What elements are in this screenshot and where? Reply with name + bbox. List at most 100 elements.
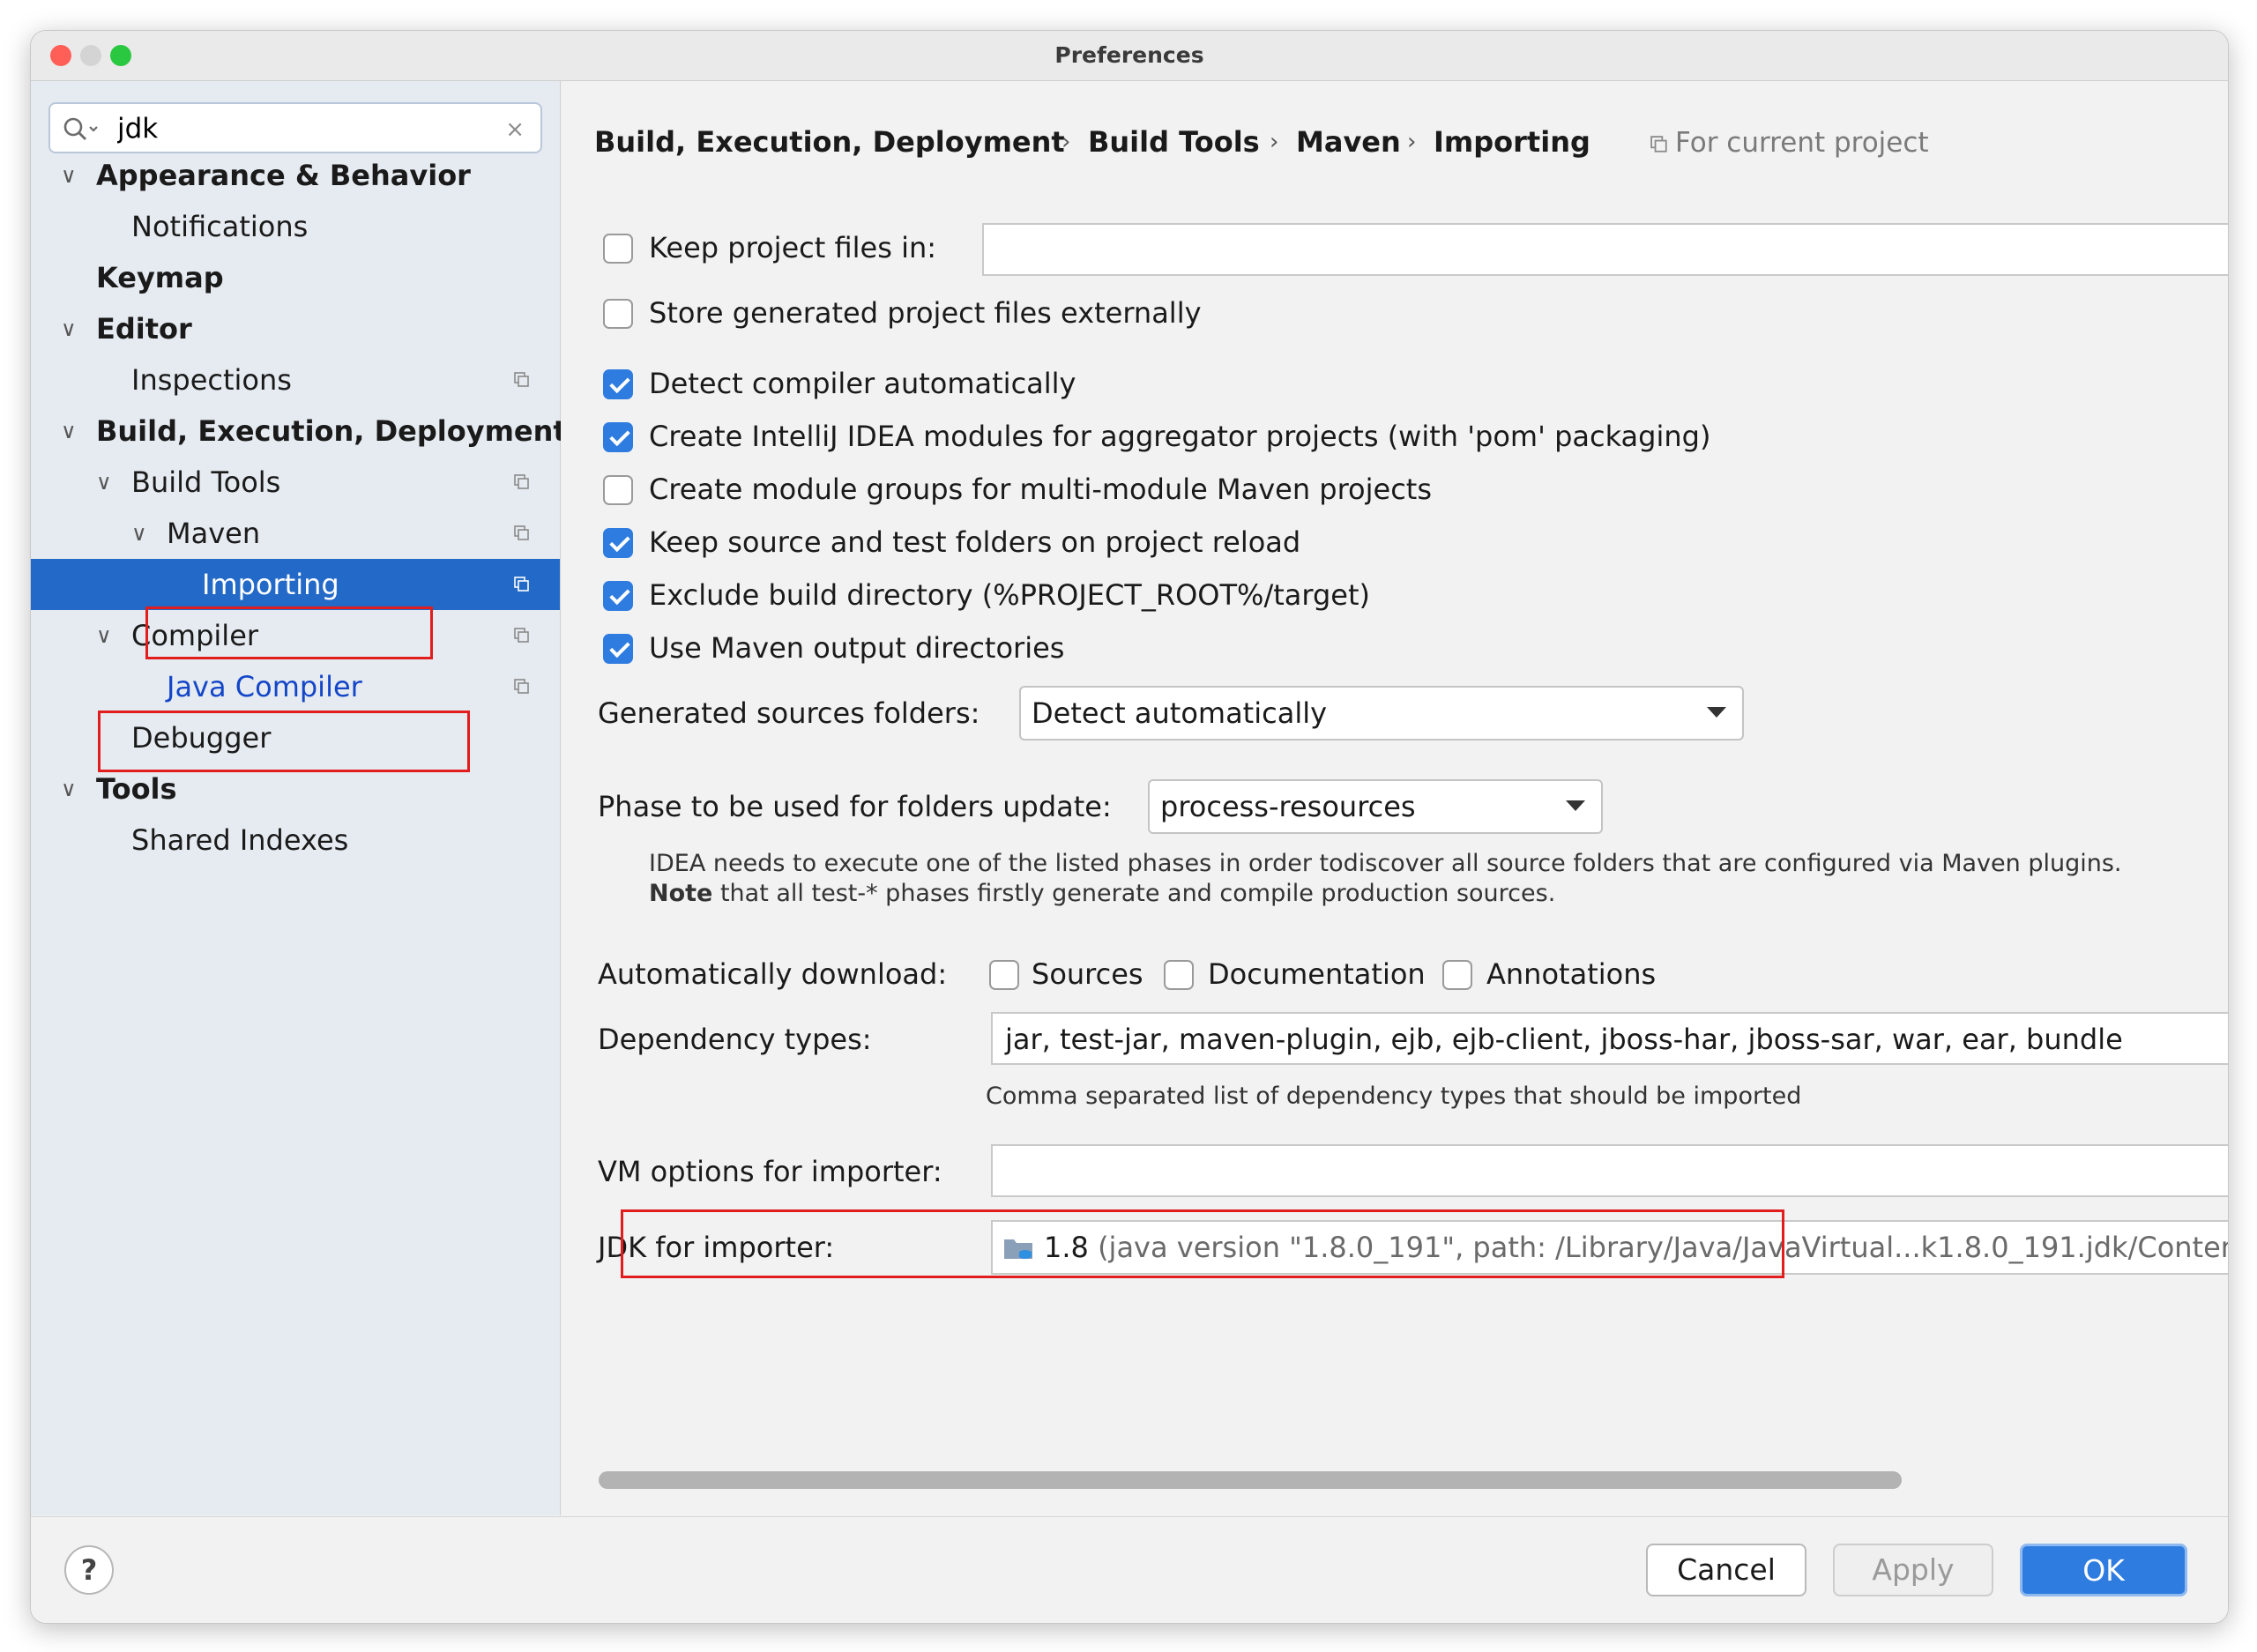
store-externally-label: Store generated project files externally — [649, 296, 1202, 330]
tree-item-label: Build, Execution, Deployment — [96, 414, 567, 448]
phase-hint-line1: IDEA needs to execute one of the listed … — [649, 850, 2122, 877]
detect-compiler-label: Detect compiler automatically — [649, 367, 1076, 400]
tree-item-label: Maven — [167, 517, 261, 550]
phase-dropdown[interactable]: process-resources — [1148, 779, 1603, 834]
create-module-groups-checkbox[interactable] — [603, 475, 633, 505]
chevron-down-icon[interactable]: ∨ — [61, 150, 77, 201]
help-button[interactable]: ? — [64, 1545, 114, 1595]
chevron-down-icon[interactable]: ∨ — [61, 763, 77, 815]
breadcrumb-separator: › — [1270, 129, 1279, 155]
project-scope-icon — [514, 628, 529, 643]
dropdown-value: Detect automatically — [1032, 696, 1328, 730]
horizontal-scrollbar[interactable] — [599, 1471, 1902, 1489]
tree-item-label: Appearance & Behavior — [96, 159, 471, 192]
chevron-down-icon[interactable]: ∨ — [61, 303, 77, 354]
exclude-build-dir-label: Exclude build directory (%PROJECT_ROOT%/… — [649, 578, 1370, 612]
project-files-path-input[interactable] — [982, 223, 2228, 276]
store-externally-checkbox[interactable] — [603, 299, 633, 329]
auto-download-label: Automatically download: — [598, 957, 948, 991]
breadcrumb-item[interactable]: Maven — [1296, 125, 1401, 159]
tree-item-label: Editor — [96, 312, 192, 346]
tree-item-appearance-behavior[interactable]: ∨ Appearance & Behavior — [31, 150, 560, 201]
ok-button[interactable]: OK — [2020, 1544, 2187, 1596]
project-scope-icon — [514, 525, 529, 540]
tree-item-importing[interactable]: Importing — [31, 559, 560, 610]
tree-item-maven[interactable]: ∨ Maven — [31, 508, 560, 559]
project-scope-icon — [514, 474, 529, 489]
phase-hint-line2: Note that all test-* phases firstly gene… — [649, 880, 1555, 907]
tree-item-label: Java Compiler — [167, 670, 362, 703]
create-modules-checkbox[interactable] — [603, 422, 633, 452]
download-documentation-label: Documentation — [1208, 957, 1426, 991]
tree-item-build-tools[interactable]: ∨ Build Tools — [31, 457, 560, 508]
search-input[interactable] — [115, 111, 472, 146]
breadcrumb-item[interactable]: Build Tools — [1088, 125, 1260, 159]
generated-sources-dropdown[interactable]: Detect automatically — [1019, 686, 1744, 740]
clear-search-icon[interactable]: × — [505, 116, 525, 143]
tree-item-shared-indexes[interactable]: Shared Indexes — [31, 815, 560, 866]
apply-button[interactable]: Apply — [1833, 1544, 1993, 1596]
tree-item-build-execution-deployment[interactable]: ∨ Build, Execution, Deployment — [31, 406, 567, 457]
annotation-box-importing — [145, 606, 433, 659]
keep-source-folders-checkbox[interactable] — [603, 528, 633, 558]
exclude-build-dir-checkbox[interactable] — [603, 581, 633, 611]
breadcrumb-item: Importing — [1434, 125, 1590, 159]
tree-item-label: Notifications — [131, 210, 309, 243]
tree-item-notifications[interactable]: Notifications — [31, 201, 560, 252]
dependency-types-hint: Comma separated list of dependency types… — [986, 1083, 1802, 1110]
settings-sidebar: × ∨ Appearance & Behavior Notifications … — [31, 81, 567, 1515]
vm-options-input[interactable] — [991, 1144, 2228, 1197]
cancel-button[interactable]: Cancel — [1646, 1544, 1806, 1596]
search-field[interactable]: × — [48, 102, 542, 153]
create-modules-label: Create IntelliJ IDEA modules for aggrega… — [649, 420, 1711, 453]
download-annotations-checkbox[interactable] — [1442, 960, 1472, 990]
download-documentation-checkbox[interactable] — [1164, 960, 1194, 990]
dependency-types-value: jar, test-jar, maven-plugin, ejb, ejb-cl… — [1005, 1023, 2123, 1056]
chevron-down-icon[interactable]: ∨ — [96, 457, 112, 508]
create-module-groups-label: Create module groups for multi-module Ma… — [649, 473, 1432, 506]
scope-label: For current project — [1675, 127, 1929, 159]
tree-item-label: Build Tools — [131, 465, 281, 499]
project-scope-icon — [1650, 136, 1667, 153]
keep-source-folders-label: Keep source and test folders on project … — [649, 525, 1301, 559]
tree-item-label: Importing — [202, 568, 339, 601]
preferences-window: Preferences × ∨ Appearance & Behavior No… — [30, 30, 2229, 1624]
annotation-box-java-compiler — [98, 711, 470, 772]
keep-project-files-checkbox[interactable] — [603, 234, 633, 264]
window-title: Preferences — [1054, 42, 1204, 68]
tree-item-label: Keymap — [96, 261, 224, 294]
chevron-down-icon[interactable]: ∨ — [131, 508, 147, 559]
dropdown-arrow-icon — [1566, 800, 1585, 811]
tree-item-inspections[interactable]: Inspections — [31, 354, 560, 406]
note-text: that all test-* phases firstly generate … — [712, 880, 1556, 907]
dropdown-arrow-icon — [1707, 707, 1726, 718]
generated-sources-label: Generated sources folders: — [598, 696, 980, 730]
title-bar: Preferences — [31, 31, 2228, 81]
download-sources-checkbox[interactable] — [989, 960, 1019, 990]
project-scope-icon — [514, 577, 529, 592]
chevron-down-icon[interactable]: ∨ — [96, 610, 112, 661]
search-icon — [63, 117, 98, 140]
detect-compiler-checkbox[interactable] — [603, 369, 633, 399]
download-annotations-label: Annotations — [1486, 957, 1657, 991]
dependency-types-label: Dependency types: — [598, 1023, 872, 1056]
use-output-dirs-checkbox[interactable] — [603, 634, 633, 664]
breadcrumb-item[interactable]: Build, Execution, Deployment — [594, 125, 1065, 159]
project-scope-icon — [514, 372, 529, 387]
tree-item-label: Shared Indexes — [131, 823, 349, 857]
dialog-footer: ? Cancel Apply OK — [31, 1516, 2228, 1623]
vm-options-label: VM options for importer: — [598, 1155, 942, 1188]
tree-item-editor[interactable]: ∨ Editor — [31, 303, 560, 354]
dropdown-value: process-resources — [1160, 790, 1416, 823]
chevron-down-icon[interactable]: ∨ — [61, 406, 77, 457]
project-scope-icon — [514, 679, 529, 694]
download-sources-label: Sources — [1032, 957, 1143, 991]
keep-project-files-label: Keep project files in: — [649, 231, 937, 264]
dependency-types-input[interactable]: jar, test-jar, maven-plugin, ejb, ejb-cl… — [991, 1012, 2228, 1065]
tree-item-keymap[interactable]: Keymap — [31, 252, 560, 303]
breadcrumb-separator: › — [1407, 129, 1417, 155]
tree-item-label: Inspections — [131, 363, 292, 397]
note-emphasis: Note — [649, 880, 713, 907]
annotation-box-jdk-for-importer — [621, 1209, 1784, 1278]
tree-item-java-compiler[interactable]: Java Compiler — [31, 661, 560, 712]
